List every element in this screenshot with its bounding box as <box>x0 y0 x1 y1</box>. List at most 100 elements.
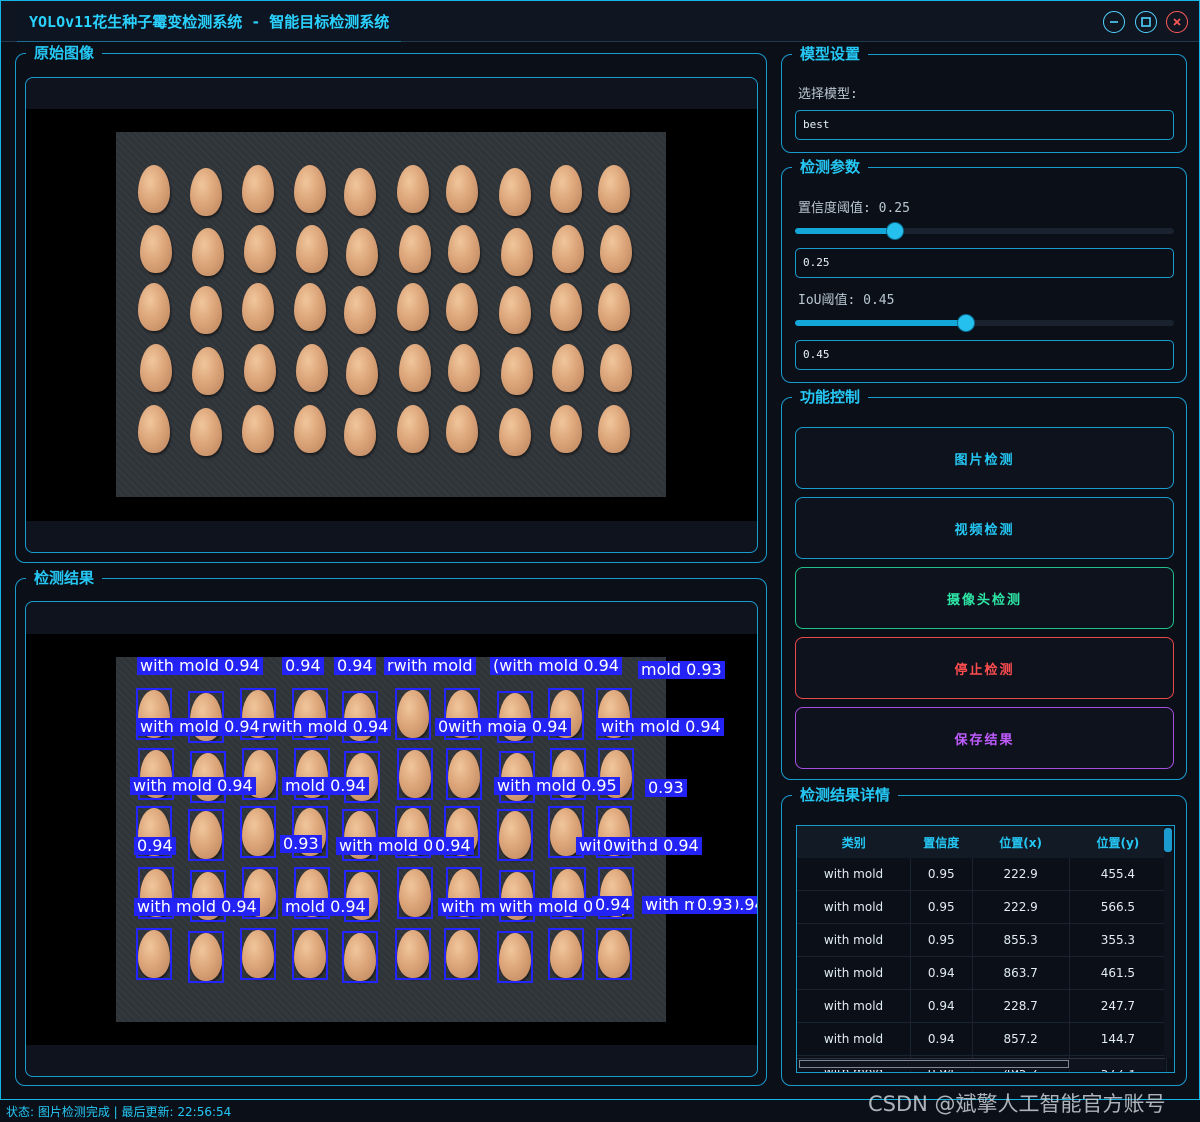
original-image-viewport <box>26 109 757 521</box>
close-icon <box>1173 18 1181 26</box>
details-row[interactable]: with mold 0.94 228.7 247.7 <box>797 989 1168 1023</box>
peanut-seed <box>293 223 331 275</box>
detection-label: with mold 0.94 <box>137 718 263 736</box>
peanut-seed <box>547 403 585 455</box>
peanut-seed <box>242 405 274 453</box>
cell-pos-y: 455.4 <box>1069 858 1168 891</box>
peanut-seed <box>499 168 531 216</box>
header-confidence[interactable]: 置信度 <box>910 826 973 858</box>
detection-box <box>188 809 224 861</box>
close-button[interactable] <box>1166 11 1188 33</box>
detection-label: mold 0.94 <box>282 898 369 916</box>
conf-label: 置信度阈值: 0.25 <box>798 201 910 216</box>
peanut-seed <box>190 286 222 334</box>
detection-label: with mold 0.94 <box>137 657 263 675</box>
conf-slider[interactable] <box>795 223 1174 239</box>
detection-box <box>548 928 584 980</box>
cell-class: with mold <box>797 989 912 1023</box>
detection-box <box>397 748 433 800</box>
horizontal-scrollbar-thumb[interactable] <box>799 1060 1069 1068</box>
detection-box <box>444 928 480 980</box>
model-settings-group: 模型设置 选择模型: best <box>781 44 1187 153</box>
peanut-seed <box>293 342 331 394</box>
maximize-button[interactable] <box>1135 11 1157 33</box>
status-bar: 状态: 图片检测完成 | 最后更新: 22:56:54 CSDN @斌擎人工智能… <box>0 1092 1200 1122</box>
peanut-seed <box>244 344 276 392</box>
minimize-button[interactable] <box>1103 11 1125 33</box>
iou-slider-fill <box>795 320 966 326</box>
iou-input[interactable]: 0.45 <box>795 340 1174 370</box>
detection-label: mold 0.93 <box>638 661 725 679</box>
video-detect-button[interactable]: 视频检测 <box>795 497 1174 559</box>
conf-slider-fill <box>795 228 896 234</box>
iou-slider[interactable] <box>795 315 1174 331</box>
peanut-seed <box>291 403 329 455</box>
peanut-seed <box>138 283 170 331</box>
stop-detect-button[interactable]: 停止检测 <box>795 637 1174 699</box>
details-row[interactable]: with mold 0.95 222.9 455.4 <box>797 858 1168 891</box>
detection-box <box>596 928 632 980</box>
header-pos-y[interactable]: 位置(y) <box>1069 826 1167 858</box>
detection-box <box>342 931 378 983</box>
detection-box <box>240 928 276 980</box>
peanut-seed <box>140 225 172 273</box>
cell-pos-x: 863.7 <box>972 956 1070 990</box>
minimize-icon <box>1110 21 1118 23</box>
peanut-seed <box>547 163 585 215</box>
original-image-group: 原始图像 <box>15 43 767 563</box>
cell-confidence: 0.95 <box>910 858 973 891</box>
header-pos-x[interactable]: 位置(x) <box>972 826 1070 858</box>
header-class[interactable]: 类别 <box>797 826 911 858</box>
peanut-seed <box>501 228 533 276</box>
cell-class: with mold <box>797 956 912 990</box>
horizontal-scrollbar[interactable] <box>797 1058 1165 1070</box>
detection-box <box>395 928 431 980</box>
detection-label: with mold 0.94 <box>134 898 260 916</box>
iou-slider-handle[interactable] <box>957 315 974 331</box>
detection-label: 0.94 <box>592 896 634 914</box>
detection-box <box>136 928 172 980</box>
camera-detect-button[interactable]: 摄像头检测 <box>795 567 1174 629</box>
details-table-container: 类别 置信度 位置(x) 位置(y) with mold 0.95 222.9 455… <box>796 825 1175 1073</box>
peanut-seed <box>499 408 531 456</box>
peanut-seed <box>397 283 429 331</box>
peanut-seed <box>397 165 429 213</box>
details-row[interactable]: with mold 0.95 855.3 355.3 <box>797 923 1168 957</box>
peanut-seed <box>399 225 431 273</box>
cell-pos-x: 222.9 <box>972 858 1070 891</box>
peanut-seed <box>547 281 585 333</box>
model-settings-title: 模型设置 <box>792 44 869 64</box>
conf-slider-handle[interactable] <box>887 223 904 239</box>
details-row[interactable]: with mold 0.95 222.9 566.5 <box>797 890 1168 924</box>
detection-label: 0with moia 0.94 <box>435 718 571 736</box>
vertical-scrollbar[interactable] <box>1164 826 1172 1058</box>
peanut-seed <box>244 225 276 273</box>
cell-class: with mold <box>797 1022 912 1056</box>
detection-label: with mold 0.95 <box>494 777 620 795</box>
cell-confidence: 0.95 <box>910 923 973 957</box>
detection-box <box>397 867 433 919</box>
details-table: 类别 置信度 位置(x) 位置(y) with mold 0.95 222.9 455… <box>797 826 1168 1072</box>
model-select[interactable]: best <box>795 110 1174 140</box>
detection-box <box>188 931 224 983</box>
detection-label: 0with <box>600 837 651 855</box>
cell-pos-y: 144.7 <box>1069 1022 1168 1056</box>
peanut-seed <box>598 165 630 213</box>
detection-result-group: 检测结果 with mold 0.94 0.94 0.94 rwith mold (wi… <box>15 568 767 1086</box>
image-detect-button[interactable]: 图片检测 <box>795 427 1174 489</box>
peanut-seed <box>600 344 632 392</box>
vertical-scrollbar-thumb[interactable] <box>1164 828 1172 852</box>
status-text: 状态: 图片检测完成 | 最后更新: 22:56:54 <box>6 1105 232 1119</box>
peanut-seed <box>140 344 172 392</box>
peanut-seed <box>446 405 478 453</box>
peanut-seed <box>291 281 329 333</box>
peanut-seed <box>190 408 222 456</box>
peanut-seed <box>190 168 222 216</box>
details-row[interactable]: with mold 0.94 863.7 461.5 <box>797 956 1168 990</box>
detection-label: rwith mold <box>384 657 476 675</box>
peanut-seed <box>501 347 533 395</box>
details-row[interactable]: with mold 0.94 857.2 144.7 <box>797 1022 1168 1056</box>
cell-pos-x: 228.7 <box>972 989 1070 1023</box>
conf-input[interactable]: 0.25 <box>795 248 1174 278</box>
save-result-button[interactable]: 保存结果 <box>795 707 1174 769</box>
